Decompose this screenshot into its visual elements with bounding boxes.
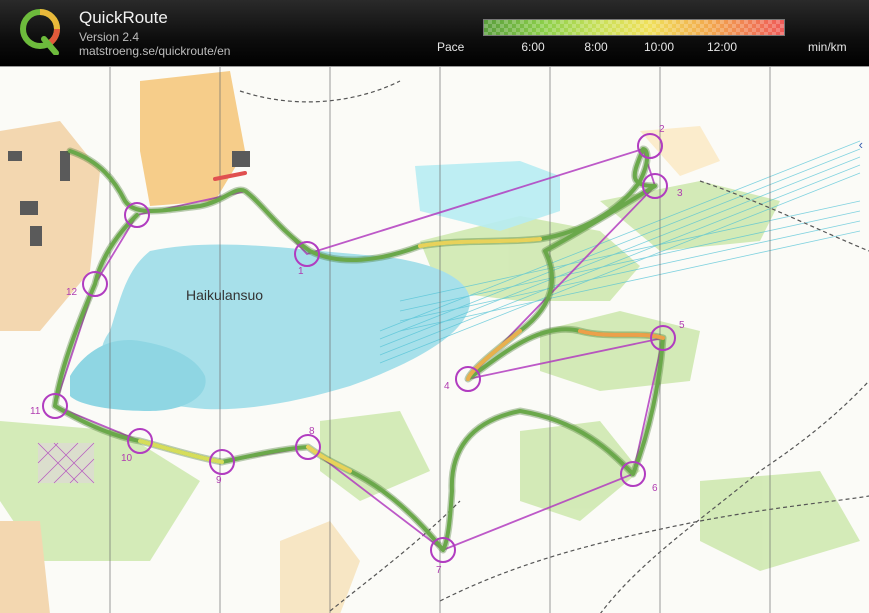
orienteering-map[interactable]: 1 2 3 4 5 6 7 8 9 10 11 12 Haikulansuo ‹ bbox=[0, 66, 869, 613]
quickroute-logo-icon bbox=[20, 9, 60, 55]
control-number-12: 12 bbox=[66, 287, 78, 298]
chevron-left-icon[interactable]: ‹ bbox=[859, 137, 863, 152]
pace-color-scale bbox=[483, 19, 785, 36]
restricted-area bbox=[37, 442, 95, 484]
app-title: QuickRoute bbox=[79, 8, 168, 27]
control-number-7: 7 bbox=[436, 565, 442, 576]
app-url: matstroeng.se/quickroute/en bbox=[79, 44, 231, 58]
control-number-10: 10 bbox=[121, 453, 133, 464]
control-number-8: 8 bbox=[309, 426, 315, 437]
control-number-1: 1 bbox=[298, 266, 304, 277]
control-number-9: 9 bbox=[216, 475, 222, 486]
control-number-4: 4 bbox=[444, 381, 450, 392]
pace-tick-3: 10:00 bbox=[643, 40, 675, 54]
control-number-11: 11 bbox=[30, 406, 41, 417]
place-name-label: Haikulansuo bbox=[186, 287, 263, 303]
pace-tick-2: 8:00 bbox=[584, 40, 608, 54]
map-canvas[interactable]: 1 2 3 4 5 6 7 8 9 10 11 12 Haikulansuo bbox=[0, 67, 869, 613]
control-number-6: 6 bbox=[652, 483, 658, 494]
control-number-2: 2 bbox=[659, 124, 665, 135]
control-number-5: 5 bbox=[679, 320, 685, 331]
pace-tick-1: 6:00 bbox=[521, 40, 545, 54]
pace-label: Pace bbox=[437, 40, 465, 54]
app-version: Version 2.4 bbox=[79, 30, 140, 44]
control-number-3: 3 bbox=[677, 188, 683, 199]
pace-unit: min/km bbox=[808, 40, 847, 54]
pace-tick-4: 12:00 bbox=[706, 40, 738, 54]
app-header: QuickRoute Version 2.4 matstroeng.se/qui… bbox=[0, 0, 869, 66]
